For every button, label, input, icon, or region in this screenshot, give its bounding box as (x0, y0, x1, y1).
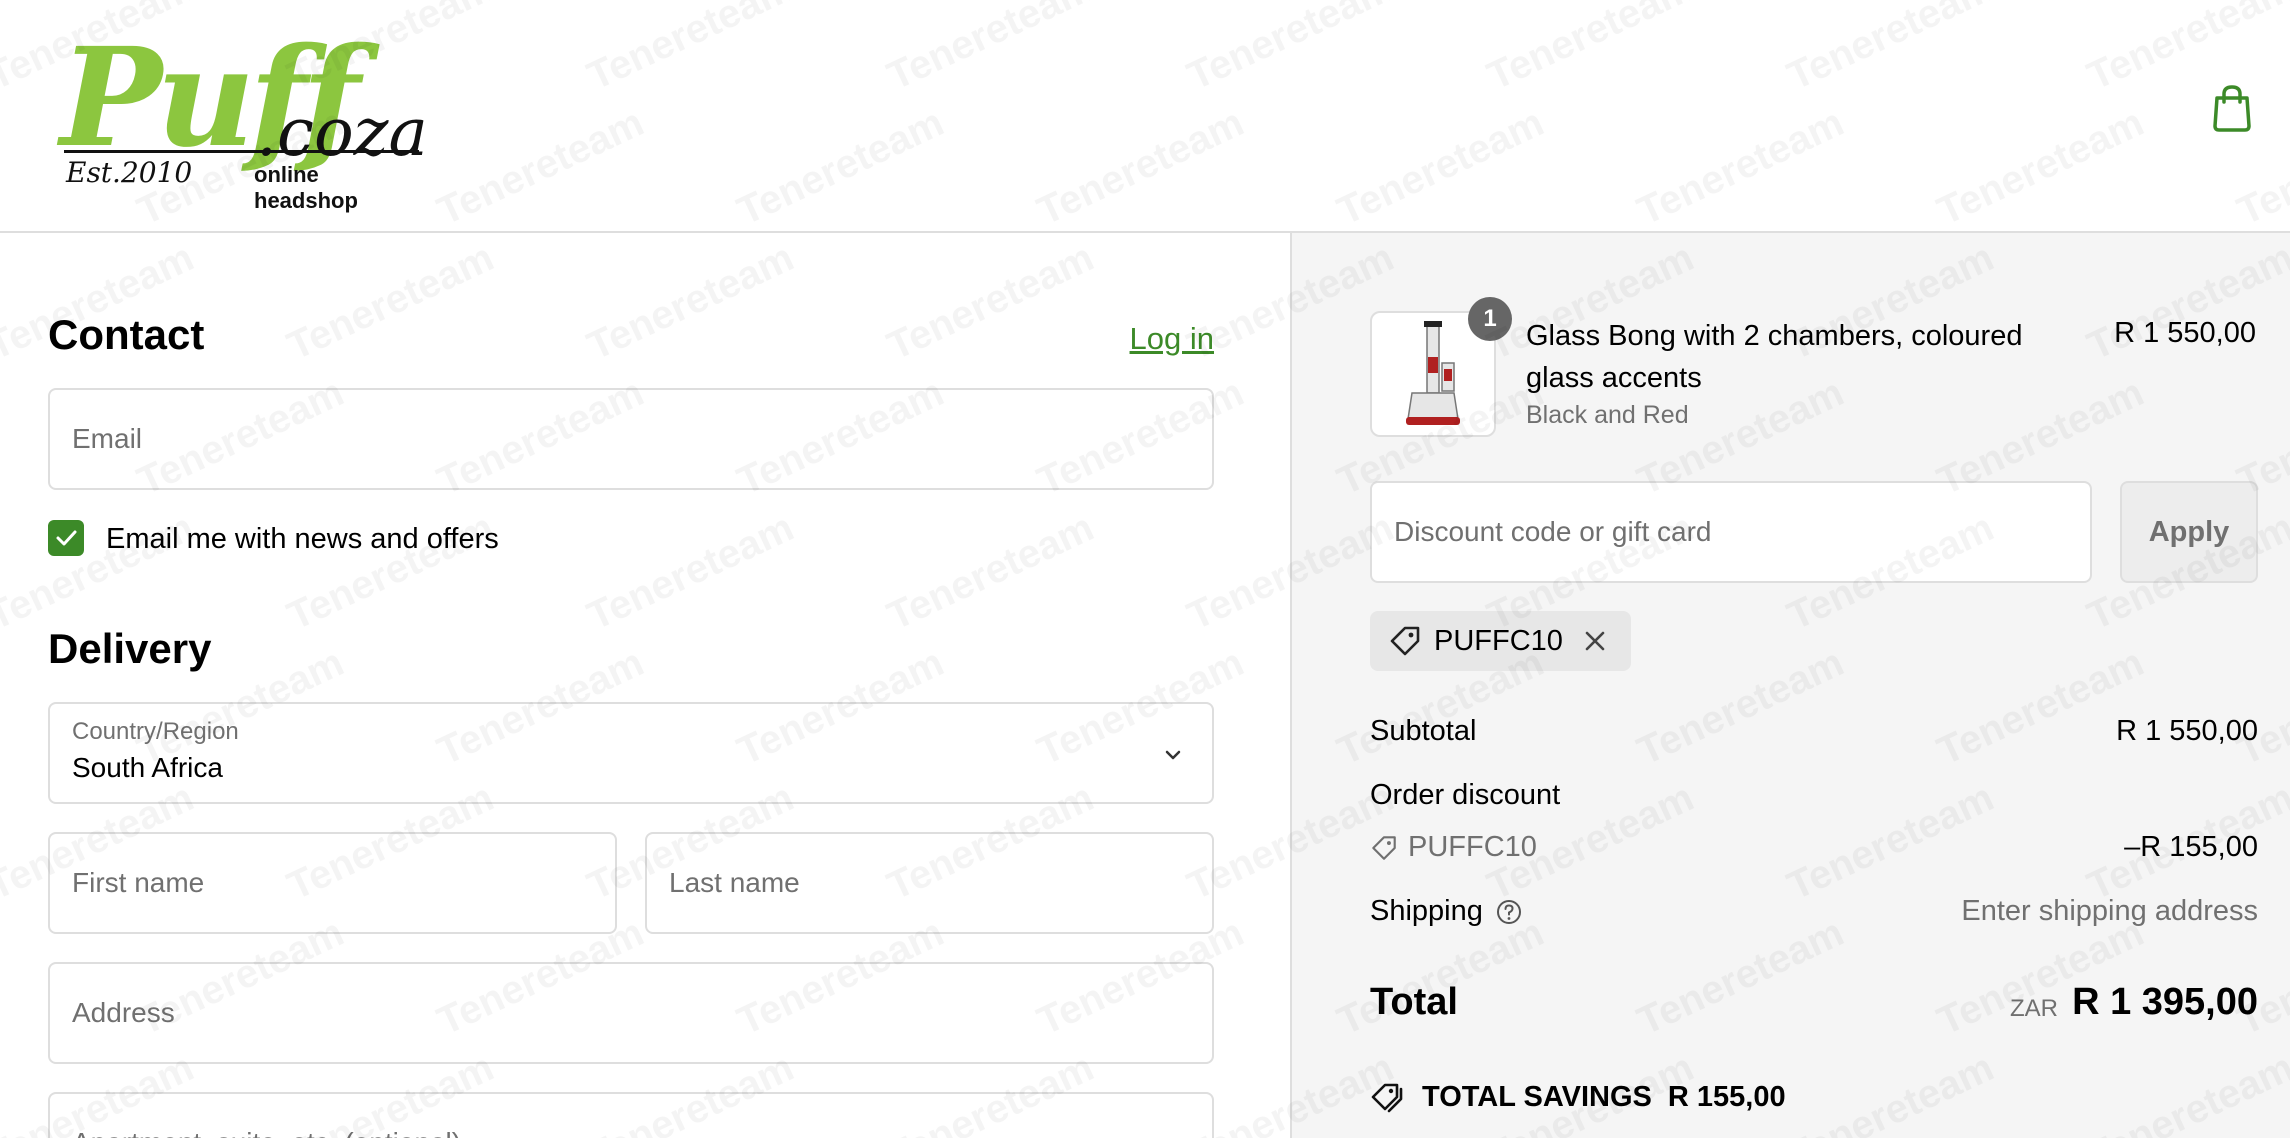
applied-discount-code: PUFFC10 (1434, 624, 1563, 657)
checkmark-icon (56, 530, 77, 546)
total-savings-row: TOTAL SAVINGS R 155,00 (1370, 1075, 1786, 1119)
quantity-badge: 1 (1468, 297, 1512, 341)
subtotal-row: Subtotal R 1 550,00 (1370, 715, 2258, 759)
watermark-text: Tenereteam (881, 505, 1101, 639)
savings-label: TOTAL SAVINGS (1422, 1080, 1652, 1113)
country-select[interactable]: Country/Region South Africa (48, 702, 1214, 804)
shipping-row: Shipping Enter shipping address (1370, 895, 2258, 939)
discount-detail-code: PUFFC10 (1408, 831, 1537, 863)
discount-input[interactable]: Discount code or gift card (1370, 481, 2092, 583)
last-name-field[interactable]: Last name (645, 832, 1214, 934)
applied-discount-chip: PUFFC10 (1370, 611, 1631, 671)
tag-icon (1372, 835, 1396, 860)
total-row: Total ZAR R 1 395,00 (1370, 981, 2258, 1041)
apartment-field[interactable]: Apartment, suite, etc. (optional) (48, 1092, 1214, 1138)
product-price: R 1 550,00 (2114, 317, 2256, 349)
apartment-placeholder: Apartment, suite, etc. (optional) (72, 1127, 461, 1138)
total-label: Total (1370, 981, 1458, 1023)
logo-domain: .coza (256, 94, 428, 171)
logo-established: Est.2010 (66, 156, 193, 189)
contact-title: Contact (48, 311, 205, 358)
subtotal-label: Subtotal (1370, 715, 1477, 747)
chevron-down-icon (1165, 750, 1181, 760)
shipping-value: Enter shipping address (1961, 895, 2258, 927)
total-value: R 1 395,00 (2072, 981, 2258, 1023)
discount-detail: PUFFC10 (1370, 831, 1537, 864)
address-placeholder: Address (72, 997, 175, 1028)
logo-underline (64, 150, 419, 153)
store-logo[interactable]: Puff .coza Est.2010 online headshop (60, 18, 428, 213)
product-variant: Black and Red (1526, 401, 1689, 429)
delivery-title: Delivery (48, 625, 212, 672)
order-summary: 1 Glass Bong with 2 chambers, coloured g… (1290, 233, 2290, 1138)
help-icon[interactable] (1495, 898, 1523, 926)
email-placeholder: Email (72, 423, 143, 454)
discount-placeholder: Discount code or gift card (1394, 516, 1712, 547)
apply-button[interactable]: Apply (2120, 481, 2258, 583)
shipping-label: Shipping (1370, 895, 1483, 927)
order-discount-row: Order discount (1370, 779, 2258, 823)
tag-icon (1390, 626, 1420, 656)
email-field[interactable]: Email (48, 388, 1214, 490)
news-checkbox[interactable] (48, 520, 84, 556)
shopping-bag-icon[interactable] (2210, 84, 2254, 132)
subtotal-value: R 1 550,00 (2116, 715, 2258, 747)
site-header: Puff .coza Est.2010 online headshop (0, 0, 2290, 233)
first-name-field[interactable]: First name (48, 832, 617, 934)
shipping-label-wrap: Shipping (1370, 895, 1523, 928)
discount-detail-row: PUFFC10 –R 155,00 (1370, 831, 2258, 875)
address-field[interactable]: Address (48, 962, 1214, 1064)
logo-tagline: online headshop (254, 162, 358, 213)
news-checkbox-label[interactable]: Email me with news and offers (106, 523, 499, 556)
country-label: Country/Region (72, 718, 239, 745)
product-name: Glass Bong with 2 chambers, coloured gla… (1526, 320, 2023, 394)
login-link[interactable]: Log in (1130, 321, 1214, 357)
close-icon[interactable] (1581, 627, 1609, 655)
savings-tag-icon (1371, 1083, 1403, 1113)
contact-header: Contact Log in (48, 311, 1214, 361)
order-discount-label: Order discount (1370, 779, 1561, 811)
discount-value: –R 155,00 (2124, 831, 2258, 863)
total-currency: ZAR (2010, 995, 2058, 1022)
last-name-placeholder: Last name (669, 867, 800, 898)
savings-value: R 155,00 (1667, 1080, 1786, 1113)
watermark-text: Tenereteam (581, 505, 801, 639)
first-name-placeholder: First name (72, 867, 205, 898)
country-value: South Africa (72, 752, 223, 783)
